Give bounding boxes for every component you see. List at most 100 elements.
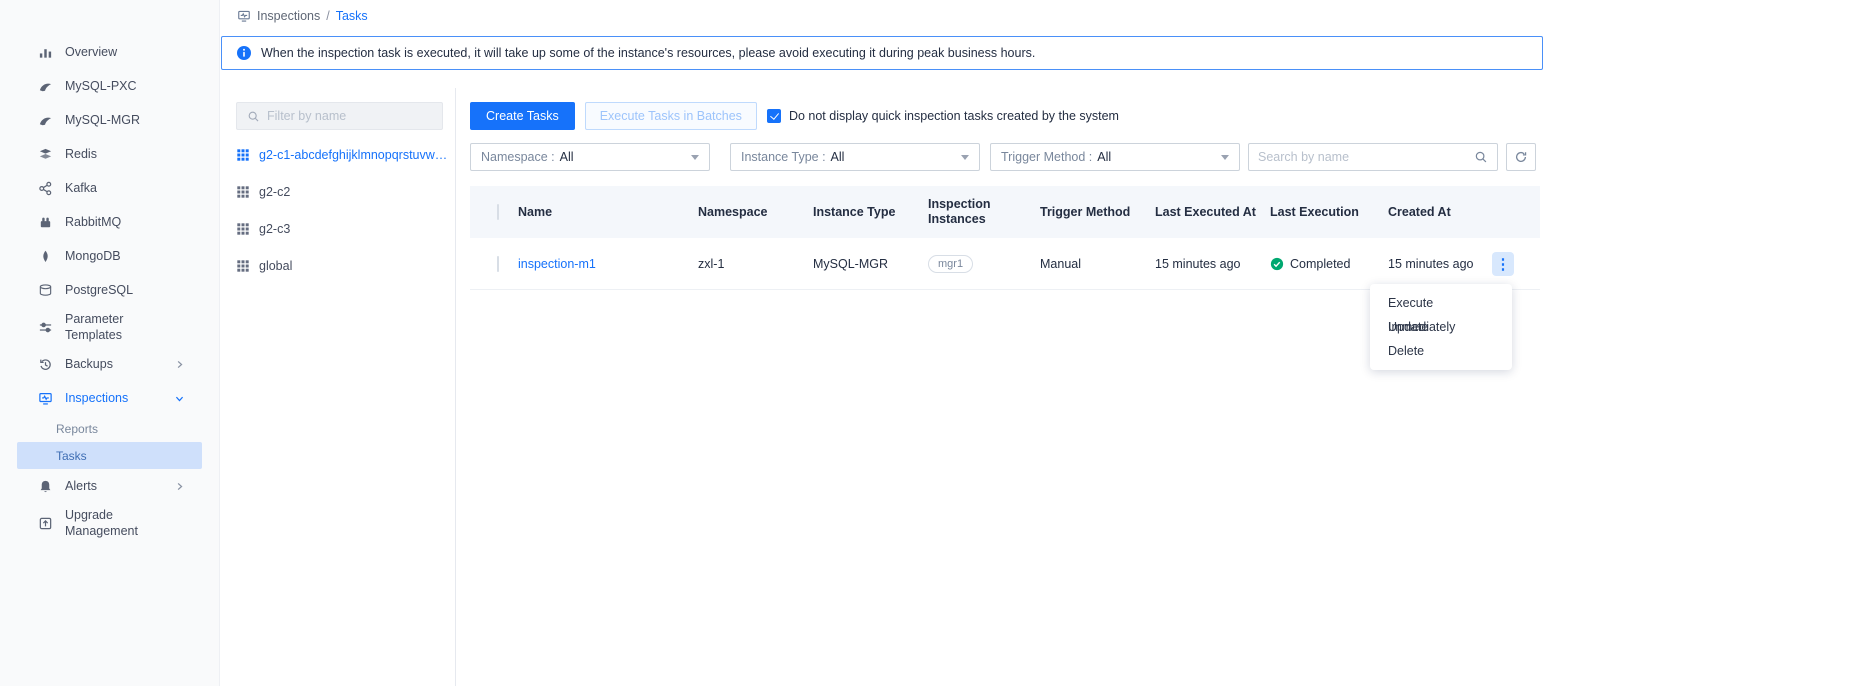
cluster-filter: [236, 102, 443, 130]
trigger-method-cell: Manual: [1040, 257, 1155, 271]
sidebar-item-reports[interactable]: Reports: [0, 415, 219, 442]
sidebar-item-label: Inspections: [65, 390, 128, 406]
backup-icon: [38, 357, 53, 372]
trigger-method-select[interactable]: Trigger Method : All: [990, 143, 1240, 171]
row-actions-button[interactable]: ⋮: [1492, 252, 1514, 276]
sidebar-item-mongodb[interactable]: MongoDB: [0, 239, 219, 273]
kafka-icon: [38, 181, 53, 196]
sidebar-item-upgrade-management[interactable]: Upgrade Management: [0, 503, 219, 543]
alert-text: When the inspection task is executed, it…: [261, 46, 1035, 60]
sidebar-item-inspections[interactable]: Inspections: [0, 381, 219, 415]
filter-row: Namespace : All Instance Type : All Trig…: [470, 143, 1536, 171]
cluster-item[interactable]: g2-c2: [234, 173, 452, 210]
cluster-item[interactable]: g2-c3: [234, 210, 452, 247]
menu-item-execute-immediately[interactable]: Execute Immediately: [1370, 291, 1512, 315]
namespace-cell: zxl-1: [698, 257, 813, 271]
sidebar-item-alerts[interactable]: Alerts: [0, 469, 219, 503]
chevron-down-icon: [691, 155, 699, 160]
last-executed-cell: 15 minutes ago: [1155, 257, 1270, 271]
breadcrumb-root[interactable]: Inspections: [257, 9, 320, 23]
hide-system-tasks-checkbox-group[interactable]: Do not display quick inspection tasks cr…: [767, 109, 1119, 123]
sidebar-item-tasks[interactable]: Tasks: [17, 442, 202, 469]
sidebar-item-label: Kafka: [65, 180, 97, 196]
search-icon[interactable]: [1474, 150, 1488, 164]
cluster-item[interactable]: global: [234, 247, 452, 284]
chevron-down-icon: [961, 155, 969, 160]
created-at-cell: 15 minutes ago: [1388, 257, 1492, 271]
sidebar-item-redis[interactable]: Redis: [0, 137, 219, 171]
column-header[interactable]: Name: [518, 205, 698, 220]
sidebar-item-label: Parameter Templates: [65, 311, 181, 343]
column-header: Namespace: [698, 205, 813, 220]
menu-item-delete[interactable]: Delete: [1370, 339, 1512, 363]
monitor-icon: [38, 391, 53, 406]
select-value: All: [831, 150, 845, 164]
checkbox-label: Do not display quick inspection tasks cr…: [789, 109, 1119, 123]
create-tasks-button[interactable]: Create Tasks: [470, 102, 575, 130]
sidebar-item-label: RabbitMQ: [65, 214, 121, 230]
chevron-down-icon: [1221, 155, 1229, 160]
sidebar-item-mysql-pxc[interactable]: MySQL-PXC: [0, 69, 219, 103]
upgrade-icon: [38, 516, 53, 531]
refresh-button[interactable]: [1506, 143, 1536, 171]
rabbitmq-icon: [38, 215, 53, 230]
column-header: Created At: [1388, 205, 1492, 220]
column-header: Inspection Instances: [928, 197, 1040, 227]
sidebar-item-label: PostgreSQL: [65, 282, 133, 298]
cluster-icon: [236, 259, 250, 273]
breadcrumb-current[interactable]: Tasks: [336, 9, 368, 23]
breadcrumb: Inspections / Tasks: [237, 9, 368, 23]
breadcrumb-separator: /: [326, 9, 329, 23]
sidebar-item-label: Redis: [65, 146, 97, 162]
search-input[interactable]: [1258, 150, 1474, 164]
instance-type-cell: MySQL-MGR: [813, 257, 928, 271]
sidebar-item-label: Alerts: [65, 478, 97, 494]
cluster-item-label: g2-c1-abcdefghijklmnopqrstuvwx...: [259, 148, 451, 162]
sidebar-item-label: MongoDB: [65, 248, 121, 264]
table-header-row: Name Namespace Instance Type Inspection …: [470, 186, 1540, 238]
column-header: Trigger Method: [1040, 205, 1155, 220]
mongodb-icon: [38, 249, 53, 264]
task-name-link[interactable]: inspection-m1: [518, 257, 596, 271]
sidebar-subitem-label: Tasks: [56, 449, 87, 463]
table-row: inspection-m1 zxl-1 MySQL-MGR mgr1 Manua…: [470, 238, 1540, 290]
checkbox-checked[interactable]: [767, 109, 781, 123]
sidebar-item-rabbitmq[interactable]: RabbitMQ: [0, 205, 219, 239]
sidebar-item-mysql-mgr[interactable]: MySQL-MGR: [0, 103, 219, 137]
sidebar-item-overview[interactable]: Overview: [0, 35, 219, 69]
search-box: [1248, 143, 1498, 171]
cluster-item-label: global: [259, 259, 292, 273]
status-badge: Completed: [1270, 257, 1380, 271]
postgresql-icon: [38, 283, 53, 298]
select-label: Namespace :: [481, 150, 555, 164]
sidebar-item-postgresql[interactable]: PostgreSQL: [0, 273, 219, 307]
cluster-item[interactable]: g2-c1-abcdefghijklmnopqrstuvwx...: [234, 136, 452, 173]
cluster-list: g2-c1-abcdefghijklmnopqrstuvwx... g2-c2 …: [234, 136, 452, 284]
instance-badge: mgr1: [928, 255, 973, 273]
cluster-icon: [236, 222, 250, 236]
mysql-icon: [38, 79, 53, 94]
redis-icon: [38, 147, 53, 162]
select-all-checkbox[interactable]: [470, 205, 518, 220]
sidebar-item-label: MySQL-MGR: [65, 112, 140, 128]
cluster-item-label: g2-c3: [259, 222, 290, 236]
row-checkbox[interactable]: [470, 257, 518, 271]
chevron-right-icon: [174, 359, 185, 370]
execute-batches-button[interactable]: Execute Tasks in Batches: [585, 102, 757, 130]
cluster-item-label: g2-c2: [259, 185, 290, 199]
chevron-right-icon: [174, 481, 185, 492]
column-header: Last Executed At: [1155, 205, 1270, 220]
tasks-table: Name Namespace Instance Type Inspection …: [470, 186, 1540, 290]
sidebar-item-label: Overview: [65, 44, 117, 60]
refresh-icon: [1514, 150, 1528, 164]
success-check-icon: [1270, 257, 1284, 271]
sidebar-item-kafka[interactable]: Kafka: [0, 171, 219, 205]
sidebar-item-parameter-templates[interactable]: Parameter Templates: [0, 307, 219, 347]
sidebar-item-backups[interactable]: Backups: [0, 347, 219, 381]
sidebar-item-label: Backups: [65, 356, 113, 372]
cluster-filter-input[interactable]: [267, 109, 432, 123]
select-value: All: [1097, 150, 1111, 164]
bell-icon: [38, 479, 53, 494]
namespace-select[interactable]: Namespace : All: [470, 143, 710, 171]
instance-type-select[interactable]: Instance Type : All: [730, 143, 980, 171]
